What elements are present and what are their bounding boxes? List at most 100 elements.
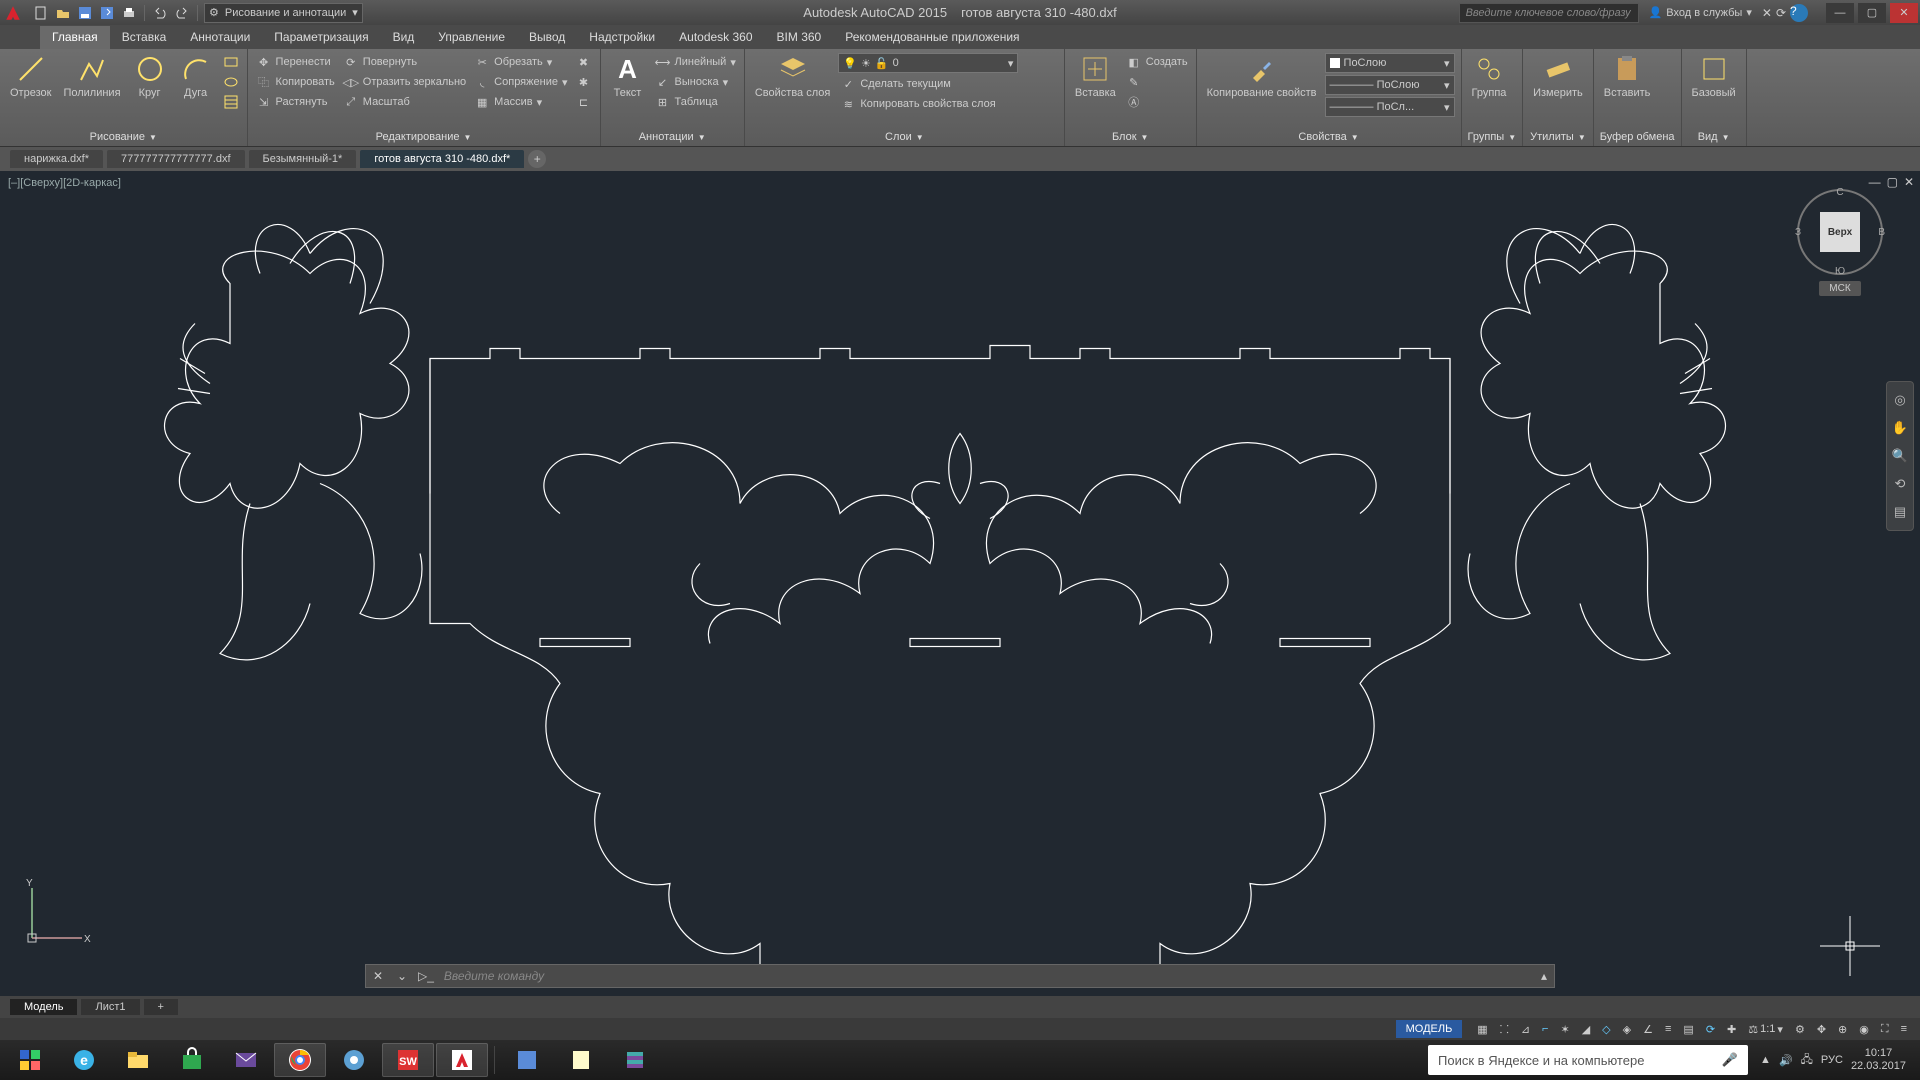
status-ortho-icon[interactable]: ⌐: [1537, 1020, 1553, 1038]
paste-button[interactable]: Вставить: [1600, 51, 1655, 101]
qat-open-icon[interactable]: [54, 4, 72, 22]
linetype-combo[interactable]: ———— ПоСлою▾: [1325, 75, 1455, 95]
taskbar-store-icon[interactable]: [166, 1043, 218, 1077]
rectangle-button[interactable]: [221, 53, 241, 71]
workspace-dropdown[interactable]: ⚙ Рисование и аннотации ▾: [204, 3, 363, 23]
tray-network-icon[interactable]: 🖧: [1801, 1051, 1813, 1070]
taskbar-solidworks-icon[interactable]: SW: [382, 1043, 434, 1077]
status-lineweight-icon[interactable]: ≡: [1660, 1020, 1676, 1038]
mirror-button[interactable]: ◁▷Отразить зеркально: [341, 73, 468, 91]
status-gear-icon[interactable]: ⚙: [1790, 1020, 1810, 1038]
tray-up-icon[interactable]: ▲: [1760, 1054, 1771, 1066]
insert-block-button[interactable]: Вставка: [1071, 51, 1120, 101]
copy-button[interactable]: ⿻Копировать: [254, 73, 337, 91]
ribbon-tab-parametric[interactable]: Параметризация: [262, 26, 380, 49]
status-workspace-icon[interactable]: ✥: [1812, 1020, 1831, 1038]
pan-icon[interactable]: ✋: [1890, 418, 1910, 438]
window-minimize-button[interactable]: —: [1826, 3, 1854, 23]
qat-plot-icon[interactable]: [120, 4, 138, 22]
color-combo[interactable]: ПоСлою▾: [1325, 53, 1455, 73]
dim-linear-button[interactable]: ⟷Линейный▾: [653, 53, 738, 71]
offset-button[interactable]: ⊏: [574, 93, 594, 111]
status-hardware-icon[interactable]: ⊕: [1833, 1020, 1852, 1038]
taskbar-chromium-icon[interactable]: [328, 1043, 380, 1077]
app-logo[interactable]: [0, 0, 26, 25]
viewcube[interactable]: С Ю В З Верх МСК: [1792, 189, 1888, 309]
fillet-button[interactable]: ◟Сопряжение▾: [472, 73, 569, 91]
status-isolate-icon[interactable]: ◉: [1854, 1020, 1874, 1038]
qat-new-icon[interactable]: [32, 4, 50, 22]
status-3dosnap-icon[interactable]: ◈: [1618, 1020, 1636, 1038]
status-modelspace[interactable]: МОДЕЛЬ: [1396, 1020, 1463, 1038]
circle-button[interactable]: Круг: [129, 51, 171, 101]
layer-combo[interactable]: 💡 ☀ 🔓 0 ▾: [838, 53, 1018, 73]
status-customize-icon[interactable]: ≡: [1896, 1020, 1912, 1038]
status-snap-icon[interactable]: ⸬: [1495, 1020, 1514, 1038]
ribbon-tab-output[interactable]: Вывод: [517, 26, 577, 49]
viewcube-face[interactable]: Верх: [1820, 212, 1860, 252]
ribbon-tab-bim360[interactable]: BIM 360: [765, 26, 834, 49]
viewcube-wcs[interactable]: МСК: [1819, 281, 1860, 296]
orbit-icon[interactable]: ⟲: [1890, 474, 1910, 494]
qat-undo-icon[interactable]: [151, 4, 169, 22]
ribbon-tab-featured[interactable]: Рекомендованные приложения: [833, 26, 1031, 49]
status-osnap-icon[interactable]: ◇: [1597, 1020, 1615, 1038]
file-tab[interactable]: готов августа 310 -480.dxf*: [360, 150, 524, 168]
windows-search-box[interactable]: Поиск в Яндексе и на компьютере 🎤: [1428, 1045, 1748, 1075]
cmdline-input[interactable]: Введите команду: [438, 969, 1534, 983]
file-tab[interactable]: 777777777777777.dxf: [107, 150, 245, 168]
taskbar-explorer-icon[interactable]: [112, 1043, 164, 1077]
drawing-area[interactable]: [–][Сверху][2D-каркас] — ▢ ✕: [0, 171, 1920, 996]
base-view-button[interactable]: Базовый: [1688, 51, 1740, 101]
ribbon-tab-annotate[interactable]: Аннотации: [178, 26, 262, 49]
layout-tab-add[interactable]: +: [144, 999, 178, 1015]
stayconnected-icon[interactable]: ⟳: [1776, 6, 1786, 20]
taskbar-chrome-icon[interactable]: [274, 1043, 326, 1077]
file-tab[interactable]: нарижка.dxf*: [10, 150, 103, 168]
trim-button[interactable]: ✂Обрезать▾: [472, 53, 569, 71]
viewcube-compass[interactable]: С Ю В З Верх: [1797, 189, 1883, 275]
cmdline-close-icon[interactable]: ✕: [366, 969, 390, 983]
copy-layer-props-button[interactable]: ≋Копировать свойства слоя: [838, 95, 1058, 113]
cmdline-customize-icon[interactable]: ⌄: [390, 969, 414, 983]
start-button[interactable]: [4, 1043, 56, 1077]
help-icon[interactable]: ?: [1790, 4, 1808, 22]
block-attr-button[interactable]: Ⓐ: [1124, 93, 1190, 111]
leader-button[interactable]: ↙Выноска▾: [653, 73, 738, 91]
qat-redo-icon[interactable]: [173, 4, 191, 22]
status-grid-icon[interactable]: ▦: [1472, 1020, 1492, 1038]
tray-clock[interactable]: 10:17 22.03.2017: [1851, 1047, 1906, 1073]
line-button[interactable]: Отрезок: [6, 51, 55, 101]
status-transparency-icon[interactable]: ▤: [1678, 1020, 1698, 1038]
ribbon-tab-view[interactable]: Вид: [381, 26, 427, 49]
layer-props-button[interactable]: Свойства слоя: [751, 51, 834, 101]
taskbar-app1-icon[interactable]: [501, 1043, 553, 1077]
status-infer-icon[interactable]: ⊿: [1516, 1020, 1535, 1038]
lineweight-combo[interactable]: ———— ПоСл...▾: [1325, 97, 1455, 117]
tray-lang[interactable]: РУС: [1821, 1054, 1843, 1066]
layout-tab-model[interactable]: Модель: [10, 999, 77, 1015]
rotate-button[interactable]: ⟳Повернуть: [341, 53, 468, 71]
zoom-extents-icon[interactable]: 🔍: [1890, 446, 1910, 466]
taskbar-winrar-icon[interactable]: [609, 1043, 661, 1077]
status-annomonitor-icon[interactable]: ✚: [1722, 1020, 1741, 1038]
taskbar-notes-icon[interactable]: [555, 1043, 607, 1077]
status-otrack-icon[interactable]: ∠: [1638, 1020, 1658, 1038]
array-button[interactable]: ▦Массив▾: [472, 93, 569, 111]
window-maximize-button[interactable]: ▢: [1858, 3, 1886, 23]
ribbon-tab-insert[interactable]: Вставка: [110, 26, 179, 49]
showmotion-icon[interactable]: ▤: [1890, 502, 1910, 522]
ribbon-tab-manage[interactable]: Управление: [426, 26, 517, 49]
infocenter-search[interactable]: Введите ключевое слово/фразу: [1459, 3, 1639, 23]
ellipse-button[interactable]: [221, 73, 241, 91]
window-close-button[interactable]: ✕: [1890, 3, 1918, 23]
status-annoscale[interactable]: ⚖ 1:1 ▾: [1743, 1020, 1788, 1038]
file-tab[interactable]: Безымянный-1*: [249, 150, 357, 168]
navigation-bar[interactable]: ◎ ✋ 🔍 ⟲ ▤: [1886, 381, 1914, 531]
erase-button[interactable]: ✖: [574, 53, 594, 71]
arc-button[interactable]: Дуга: [175, 51, 217, 101]
status-cleanscreen-icon[interactable]: ⛶: [1876, 1020, 1894, 1038]
command-line[interactable]: ✕ ⌄ ▷_ Введите команду ▴: [365, 964, 1555, 988]
measure-button[interactable]: Измерить: [1529, 51, 1587, 101]
hatch-button[interactable]: [221, 93, 241, 111]
